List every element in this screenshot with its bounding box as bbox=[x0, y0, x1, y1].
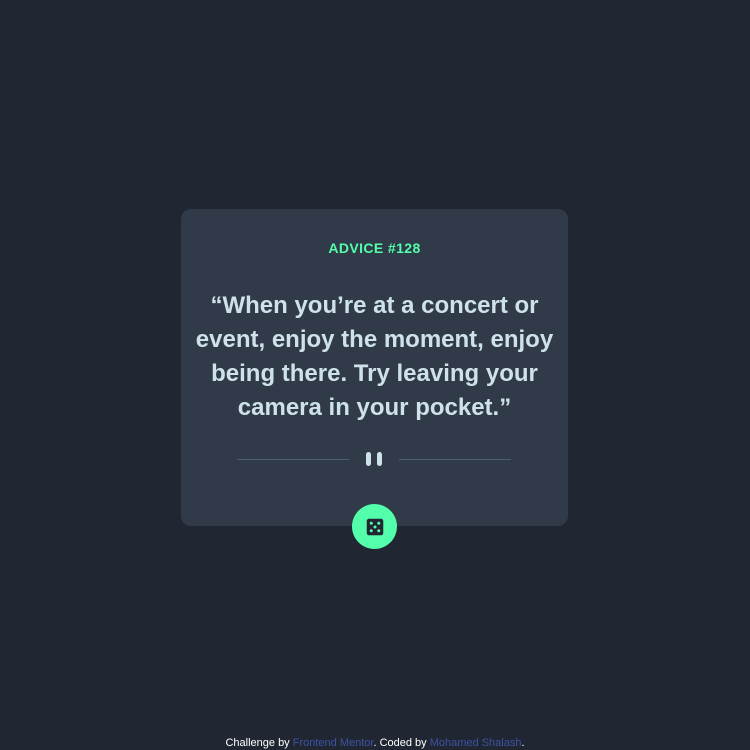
attribution-middle: . Coded by bbox=[373, 737, 430, 749]
divider-line-right bbox=[399, 459, 511, 460]
divider-line-left bbox=[237, 459, 349, 460]
author-link[interactable]: Mohamed Shalash bbox=[430, 737, 522, 749]
dice-icon bbox=[366, 518, 383, 535]
pause-icon bbox=[364, 452, 384, 466]
pattern-divider bbox=[237, 452, 511, 466]
attribution-suffix: . bbox=[521, 737, 525, 749]
advice-number: ADVICE #128 bbox=[328, 240, 421, 256]
advice-card: ADVICE #128 “When you’re at a concert or… bbox=[181, 209, 568, 526]
generate-advice-button[interactable] bbox=[352, 504, 397, 549]
attribution-prefix: Challenge by bbox=[225, 737, 293, 749]
frontend-mentor-link[interactable]: Frontend Mentor bbox=[293, 737, 374, 749]
advice-quote: “When you’re at a concert or event, enjo… bbox=[195, 292, 554, 421]
